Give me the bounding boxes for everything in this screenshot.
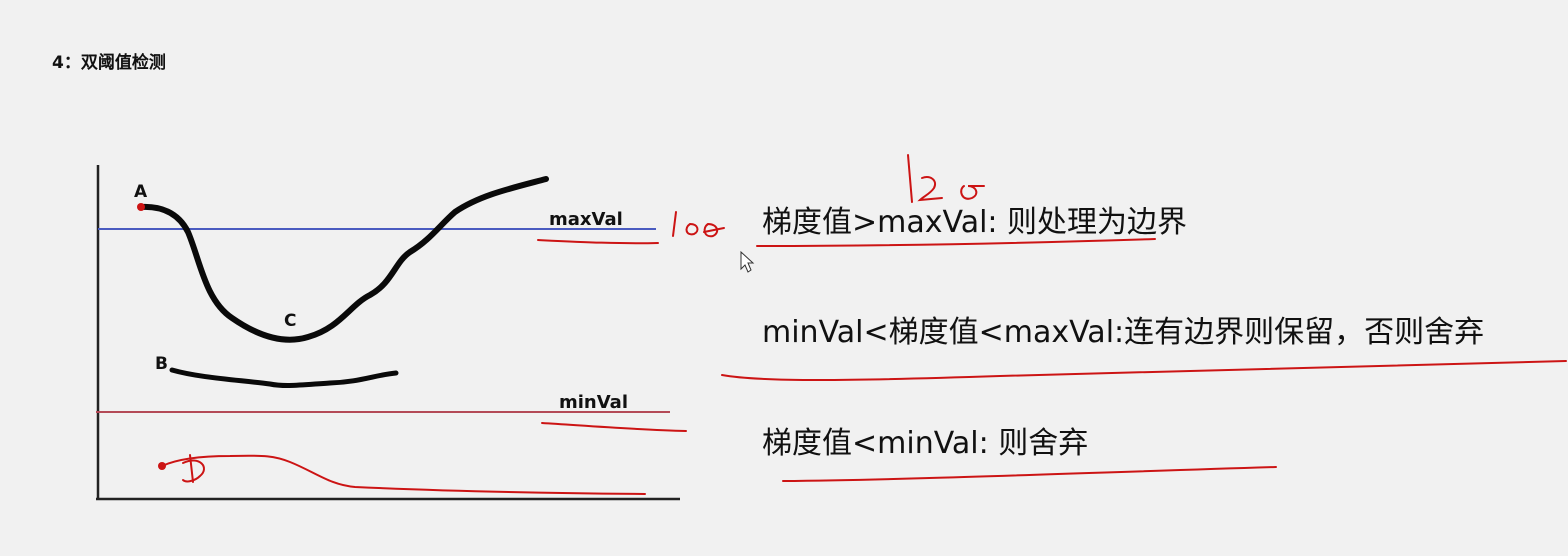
- point-c-label: C: [284, 311, 296, 331]
- point-a-dot: [137, 203, 145, 211]
- edge-curve-a: [138, 176, 549, 343]
- max-label-underline: [537, 239, 659, 245]
- edge-curve-b: [169, 367, 399, 389]
- max-threshold-label: maxVal: [549, 209, 623, 230]
- handwritten-150-annotation: [907, 154, 985, 203]
- edge-curve-d: [161, 454, 646, 495]
- rule-above-max-underline: [756, 238, 1156, 247]
- handwritten-100-annotation: [672, 211, 725, 238]
- rule-above-max: 梯度值>maxVal: 则处理为边界: [762, 205, 1187, 240]
- min-threshold-label: minVal: [559, 392, 628, 413]
- mouse-cursor-icon: [740, 250, 755, 273]
- point-b-label: B: [155, 354, 168, 374]
- point-a-label: A: [134, 182, 148, 202]
- rule-below-min-underline: [782, 466, 1277, 482]
- min-label-underline: [541, 422, 687, 432]
- double-threshold-diagram: maxVal minVal A C B 梯度值>maxVal: 则处理为边界 m…: [96, 154, 1567, 501]
- rule-between-underline: [721, 360, 1567, 381]
- rule-between: minVal<梯度值<maxVal:连有边界则保留，否则舍弃: [762, 315, 1484, 350]
- rule-below-min: 梯度值<minVal: 则舍弃: [762, 426, 1088, 461]
